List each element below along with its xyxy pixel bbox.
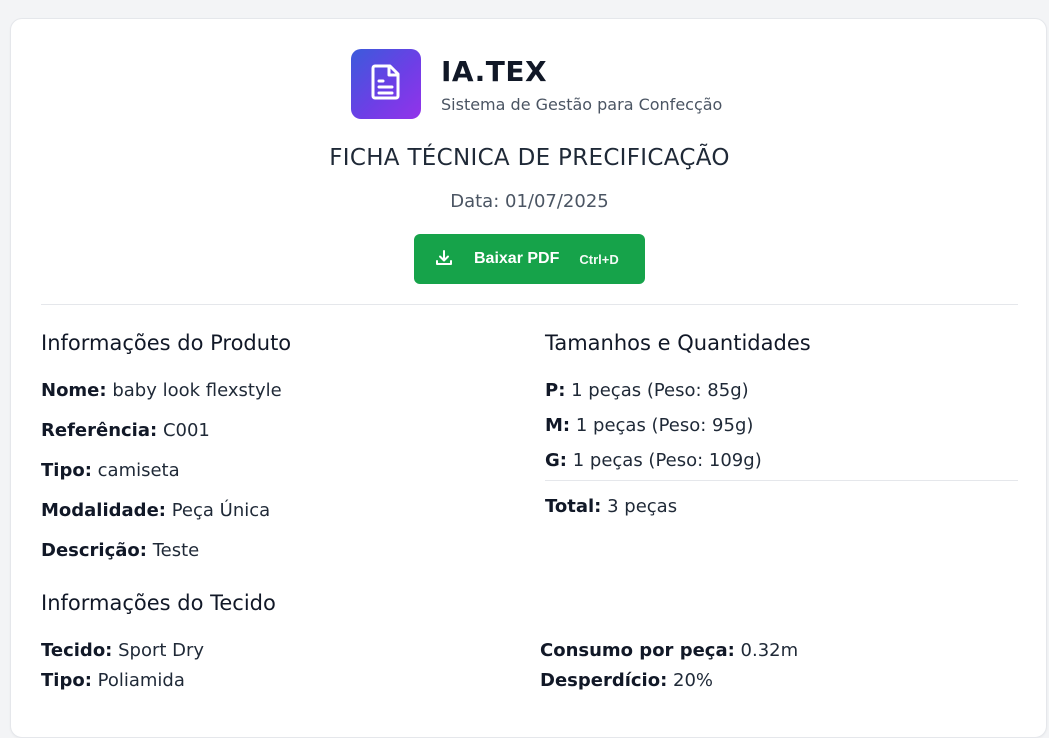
size-row-m: M: 1 peças (Peso: 95g) [545,415,753,436]
total-value: 3 peças [607,496,678,517]
field-label: Desperdício: [540,670,668,691]
fabric-name-field: Tecido: Sport Dry [41,640,204,661]
field-label: Modalidade: [41,500,166,521]
total-label: Total: [545,496,602,517]
field-label: Tipo: [41,460,92,481]
header-divider [41,304,1018,305]
product-modality-field: Modalidade: Peça Única [41,500,270,521]
document-icon [369,63,403,105]
field-value: 0.32m [740,640,799,661]
shortcut-hint: Ctrl+D [579,251,619,267]
fabric-waste-field: Desperdício: 20% [540,670,713,691]
size-value: 1 peças (Peso: 85g) [571,380,749,401]
product-info-heading: Informações do Produto [41,331,292,355]
field-value: Poliamida [97,670,185,691]
field-label: Consumo por peça: [540,640,735,661]
document-date: Data: 01/07/2025 [450,191,609,212]
product-description-field: Descrição: Teste [41,540,199,561]
brand-logo [351,49,421,119]
fabric-info-heading: Informações do Tecido [41,591,276,615]
field-label: Descrição: [41,540,147,561]
field-value: C001 [162,420,210,441]
download-pdf-label: Baixar PDF [474,250,560,267]
size-value: 1 peças (Peso: 95g) [575,415,754,436]
field-label: Nome: [41,380,107,401]
fabric-type-field: Tipo: Poliamida [41,670,185,691]
document-title: FICHA TÉCNICA DE PRECIFICAÇÃO [329,145,730,171]
size-label: M: [545,415,571,436]
field-label: Tipo: [41,670,92,691]
field-value: Peça Única [171,500,271,521]
field-label: Referência: [41,420,158,441]
size-value: 1 peças (Peso: 109g) [572,450,762,471]
size-row-p: P: 1 peças (Peso: 85g) [545,380,749,401]
sizes-heading: Tamanhos e Quantidades [545,331,811,355]
price-sheet-card: IA.TEX Sistema de Gestão para Confecção … [10,18,1047,738]
product-reference-field: Referência: C001 [41,420,210,441]
total-divider [545,480,1018,481]
size-total: Total: 3 peças [545,496,677,517]
size-row-g: G: 1 peças (Peso: 109g) [545,450,762,471]
brand-subtitle: Sistema de Gestão para Confecção [441,95,723,114]
field-value: baby look flexstyle [112,380,282,401]
field-value: Sport Dry [118,640,205,661]
size-label: G: [545,450,567,471]
field-value: camiseta [97,460,180,481]
size-label: P: [545,380,566,401]
download-pdf-button[interactable]: Baixar PDF Ctrl+D [414,234,645,284]
product-name-field: Nome: baby look flexstyle [41,380,282,401]
product-type-field: Tipo: camiseta [41,460,180,481]
field-label: Tecido: [41,640,113,661]
field-value: 20% [673,670,714,691]
brand-title: IA.TEX [441,55,548,88]
field-value: Teste [152,540,200,561]
fabric-consumption-field: Consumo por peça: 0.32m [540,640,798,661]
download-icon [434,248,454,271]
